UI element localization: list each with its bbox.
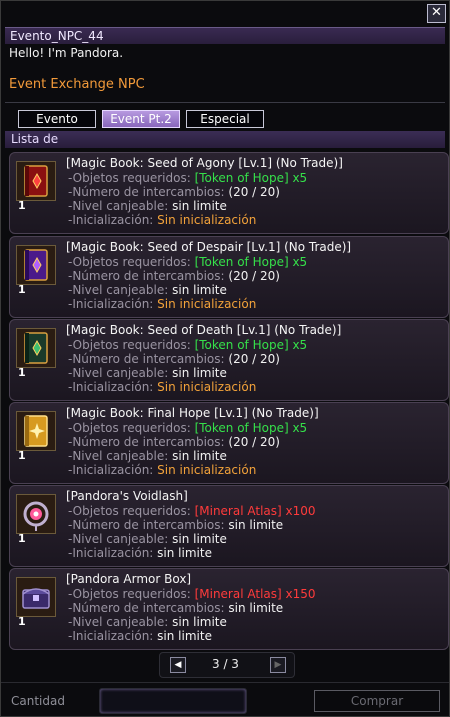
item-quantity: 1: [18, 615, 26, 628]
reset-label: -Inicialización:: [68, 380, 154, 394]
purple-book-icon: [16, 245, 56, 285]
armor-chest-icon: [16, 577, 56, 617]
divider: [5, 102, 445, 103]
list-item[interactable]: 1 [Magic Book: Seed of Despair [Lv.1] (N…: [9, 236, 449, 318]
level-label: -Nivel canjeable:: [68, 199, 169, 213]
exchanges-value: (20 / 20): [228, 269, 280, 283]
level-value: sin limite: [172, 532, 227, 546]
exchanges-value: (20 / 20): [228, 185, 280, 199]
level-label: -Nivel canjeable:: [68, 366, 169, 380]
reset-label: -Inicialización:: [68, 546, 154, 560]
required-label: -Objetos requeridos:: [68, 338, 191, 352]
reset-label: -Inicialización:: [68, 629, 154, 643]
level-label: -Nivel canjeable:: [68, 449, 169, 463]
quantity-label: Cantidad: [11, 694, 65, 708]
level-label: -Nivel canjeable:: [68, 532, 169, 546]
item-quantity: 1: [18, 532, 26, 545]
exchanges-value: (20 / 20): [228, 435, 280, 449]
exchanges-value: (20 / 20): [228, 352, 280, 366]
item-quantity: 1: [18, 199, 26, 212]
item-name: [Magic Book: Seed of Agony [Lv.1] (No Tr…: [66, 156, 343, 170]
required-label: -Objetos requeridos:: [68, 255, 191, 269]
exchanges-label: -Número de intercambios:: [68, 435, 225, 449]
divider: [1, 682, 449, 683]
npc-greeting: Hello! I'm Pandora.: [9, 46, 124, 60]
list-item[interactable]: 1 [Pandora Armor Box] -Objetos requerido…: [9, 568, 449, 650]
level-value: sin limite: [172, 615, 227, 629]
quantity-input[interactable]: [99, 688, 247, 714]
item-name: [Magic Book: Final Hope [Lv.1] (No Trade…: [66, 406, 319, 420]
reset-value: Sin inicialización: [157, 213, 257, 227]
reset-value: Sin inicialización: [157, 380, 257, 394]
green-book-icon: [16, 328, 56, 368]
buy-button[interactable]: Comprar: [314, 690, 440, 712]
voidlash-orb-icon: [16, 494, 56, 534]
required-label: -Objetos requeridos:: [68, 504, 191, 518]
required-label: -Objetos requeridos:: [68, 587, 191, 601]
exchanges-label: -Número de intercambios:: [68, 601, 225, 615]
close-icon[interactable]: ✕: [427, 4, 446, 23]
exchanges-label: -Número de intercambios:: [68, 518, 225, 532]
level-value: sin limite: [172, 449, 227, 463]
reset-label: -Inicialización:: [68, 463, 154, 477]
item-name: [Magic Book: Seed of Death [Lv.1] (No Tr…: [66, 323, 342, 337]
reset-value: sin limite: [157, 629, 212, 643]
exchanges-label: -Número de intercambios:: [68, 269, 225, 283]
required-label: -Objetos requeridos:: [68, 421, 191, 435]
level-label: -Nivel canjeable:: [68, 615, 169, 629]
required-value: [Mineral Atlas] x150: [194, 587, 316, 601]
section-title: Lista de: [11, 132, 59, 146]
npc-exchange-window: ✕ Evento_NPC_44 Hello! I'm Pandora. Even…: [0, 0, 450, 717]
gold-book-icon: [16, 411, 56, 451]
reset-label: -Inicialización:: [68, 213, 154, 227]
tab-event-pt2[interactable]: Event Pt.2: [102, 110, 180, 128]
exchanges-value: sin limite: [228, 518, 284, 532]
list-item[interactable]: 1 [Pandora's Voidlash] -Objetos requerid…: [9, 485, 449, 567]
item-name: [Pandora's Voidlash]: [66, 489, 188, 503]
item-quantity: 1: [18, 283, 26, 296]
title-bar: Evento_NPC_44: [5, 27, 445, 44]
exchanges-value: sin limite: [228, 601, 284, 615]
reset-value: Sin inicialización: [157, 463, 257, 477]
level-value: sin limite: [172, 283, 227, 297]
window-title: Evento_NPC_44: [10, 29, 104, 43]
level-label: -Nivel canjeable:: [68, 283, 169, 297]
required-value: [Token of Hope] x5: [194, 171, 308, 185]
page-indicator: 3 / 3: [212, 657, 239, 671]
required-label: -Objetos requeridos:: [68, 171, 191, 185]
item-quantity: 1: [18, 449, 26, 462]
exchanges-label: -Número de intercambios:: [68, 185, 225, 199]
list-item[interactable]: 1 [Magic Book: Seed of Death [Lv.1] (No …: [9, 319, 449, 401]
pager: ◀ 3 / 3 ▶: [159, 652, 295, 678]
item-name: [Magic Book: Seed of Despair [Lv.1] (No …: [66, 240, 352, 254]
tab-especial[interactable]: Especial: [186, 110, 264, 128]
reset-value: Sin inicialización: [157, 297, 257, 311]
prev-page-icon[interactable]: ◀: [170, 657, 186, 673]
list-item[interactable]: 1 [Magic Book: Seed of Agony [Lv.1] (No …: [9, 152, 449, 234]
item-quantity: 1: [18, 366, 26, 379]
level-value: sin limite: [172, 366, 227, 380]
npc-role: Event Exchange NPC: [9, 77, 145, 92]
red-book-icon: [16, 161, 56, 201]
next-page-icon[interactable]: ▶: [270, 657, 286, 673]
level-value: sin limite: [172, 199, 227, 213]
section-header: Lista de: [5, 131, 445, 148]
required-value: [Mineral Atlas] x100: [194, 504, 316, 518]
required-value: [Token of Hope] x5: [194, 338, 308, 352]
exchanges-label: -Número de intercambios:: [68, 352, 225, 366]
reset-label: -Inicialización:: [68, 297, 154, 311]
required-value: [Token of Hope] x5: [194, 421, 308, 435]
list-item[interactable]: 1 [Magic Book: Final Hope [Lv.1] (No Tra…: [9, 402, 449, 484]
exchange-list: 1 [Magic Book: Seed of Agony [Lv.1] (No …: [5, 150, 449, 650]
required-value: [Token of Hope] x5: [194, 255, 308, 269]
tab-evento[interactable]: Evento: [18, 110, 96, 128]
item-name: [Pandora Armor Box]: [66, 572, 192, 586]
reset-value: sin limite: [157, 546, 212, 560]
